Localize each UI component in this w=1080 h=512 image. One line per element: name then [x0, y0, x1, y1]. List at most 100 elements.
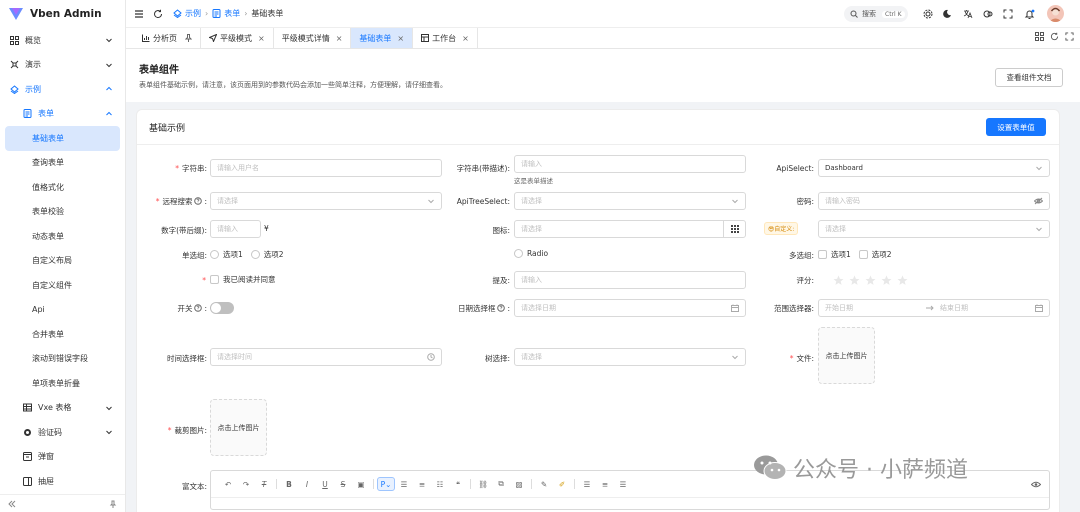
align-left-icon[interactable]: ☰ [578, 477, 596, 491]
sidebar-item[interactable]: 弹窗 [0, 445, 125, 470]
star-icon[interactable] [848, 274, 860, 286]
time-picker[interactable]: 请选择时间 [210, 348, 442, 366]
redo-icon[interactable]: ↷ [237, 477, 255, 491]
brush-icon[interactable]: ✎ [535, 477, 553, 491]
radio-option-2[interactable]: 选项2 [250, 249, 284, 260]
sidebar-item[interactable]: 单项表单折叠 [0, 371, 125, 396]
link-icon[interactable]: ⛓ [474, 477, 492, 491]
close-icon[interactable]: × [258, 34, 265, 43]
icon-picker[interactable]: 请选择 [514, 220, 746, 238]
sidebar-item[interactable]: 抽屉 [0, 469, 125, 494]
collapse-sidebar-icon[interactable] [8, 500, 16, 508]
sidebar-item[interactable]: 值格式化 [0, 175, 125, 200]
search-button[interactable]: 搜索 Ctrl K [844, 6, 908, 22]
bold-icon[interactable]: B [280, 477, 298, 491]
ordered-list-icon[interactable]: ≡ [413, 477, 431, 491]
pin-icon[interactable] [185, 34, 192, 42]
desc-string-input[interactable]: 请输入 [514, 155, 746, 173]
sidebar-item[interactable]: 概览 [0, 28, 125, 53]
underline-icon[interactable]: U [316, 477, 334, 491]
pin-icon[interactable] [109, 500, 117, 508]
embed-icon[interactable]: ⧉ [492, 477, 510, 491]
image-icon[interactable]: ▨ [510, 477, 528, 491]
sidebar-item[interactable]: 表单校验 [0, 200, 125, 225]
password-input[interactable]: 请输入密码 [818, 192, 1050, 210]
sidebar-item[interactable]: 基础表单 [5, 126, 120, 151]
username-input[interactable]: 请输入用户名 [210, 159, 442, 177]
sidebar-item[interactable]: 表单 [0, 102, 125, 127]
undo-icon[interactable]: ↶ [219, 477, 237, 491]
sidebar-item[interactable]: 自定义布局 [0, 249, 125, 274]
sidebar-item[interactable]: 演示 [0, 53, 125, 78]
italic-icon[interactable]: I [298, 477, 316, 491]
set-form-values-button[interactable]: 设置表单值 [986, 118, 1046, 136]
tab-item[interactable]: 分析页 [134, 28, 201, 48]
help-icon[interactable] [497, 304, 506, 312]
breadcrumb-item[interactable]: 表单 [212, 8, 240, 19]
star-icon[interactable] [880, 274, 892, 286]
tab-item[interactable]: 工作台 × [413, 28, 478, 48]
mention-input[interactable]: 请输入 [514, 271, 746, 289]
sidebar-item[interactable]: Api [0, 298, 125, 323]
quote-icon[interactable]: ❝ [449, 477, 467, 491]
remote-search-select[interactable]: 请选择 [210, 192, 442, 210]
radio-single-option[interactable]: Radio [514, 249, 548, 258]
code-block-icon[interactable]: ▣ [352, 477, 370, 491]
switch-toggle[interactable] [210, 302, 234, 314]
task-list-icon[interactable]: ☷ [431, 477, 449, 491]
close-icon[interactable]: × [462, 34, 469, 43]
sidebar-item[interactable]: 查询表单 [0, 151, 125, 176]
sidebar-item[interactable]: 示例 [0, 77, 125, 102]
sidebar-item[interactable]: 合并表单 [0, 322, 125, 347]
checkbox-option-2[interactable]: 选项2 [858, 249, 892, 260]
close-icon[interactable]: × [397, 34, 404, 43]
tab-refresh-icon[interactable] [1050, 32, 1059, 41]
settings-icon[interactable] [922, 8, 934, 20]
notification-bell-icon[interactable] [1023, 8, 1035, 20]
close-icon[interactable]: × [336, 34, 343, 43]
app-logo[interactable]: Vben Admin [0, 0, 125, 28]
fullscreen-icon[interactable] [1002, 8, 1014, 20]
help-icon[interactable] [194, 304, 203, 312]
icon-grid-icon[interactable] [723, 221, 745, 237]
sidebar-item[interactable]: 滚动到错误字段 [0, 347, 125, 372]
dark-mode-icon[interactable] [941, 8, 953, 20]
date-picker[interactable]: 请选择日期 [514, 299, 746, 317]
sidebar-item[interactable]: 验证码 [0, 420, 125, 445]
language-icon[interactable] [962, 8, 974, 20]
star-icon[interactable] [832, 274, 844, 286]
tab-item[interactable]: 基础表单 × [351, 28, 414, 48]
radio-option-1[interactable]: 选项1 [210, 249, 243, 260]
checkbox-option-1[interactable]: 选项1 [818, 249, 851, 260]
refresh-icon[interactable] [153, 9, 163, 19]
file-upload-button[interactable]: 点击上传图片 [818, 327, 875, 384]
breadcrumb-item[interactable]: 基础表单 [251, 8, 283, 19]
paragraph-format-icon[interactable]: P⌄ [377, 477, 395, 491]
range-picker[interactable]: 开始日期 结束日期 [818, 299, 1050, 317]
tab-item[interactable]: 平级模式详情 × [274, 28, 352, 48]
crop-image-upload-button[interactable]: 点击上传图片 [210, 399, 267, 456]
agree-checkbox[interactable]: 我已阅读并同意 [210, 274, 284, 285]
align-right-icon[interactable]: ☰ [614, 477, 632, 491]
view-docs-button[interactable]: 查看组件文档 [995, 68, 1063, 87]
sidebar-item[interactable]: Vxe 表格 [0, 396, 125, 421]
clear-format-icon[interactable]: T [255, 477, 273, 491]
menu-toggle-icon[interactable] [134, 9, 144, 19]
highlight-icon[interactable]: ✐ [553, 477, 571, 491]
api-select[interactable]: Dashboard [818, 159, 1050, 177]
breadcrumb-item[interactable]: 示例 [173, 8, 201, 19]
sidebar-item[interactable]: 自定义组件 [0, 273, 125, 298]
tab-maximize-icon[interactable] [1065, 32, 1074, 41]
star-icon[interactable] [896, 274, 908, 286]
tab-item[interactable]: 平级模式 × [201, 28, 274, 48]
custom-select[interactable]: 请选择 [818, 220, 1050, 238]
api-tree-select[interactable]: 请选择 [514, 192, 746, 210]
user-avatar[interactable] [1047, 5, 1064, 22]
layout-grid-icon[interactable] [1035, 32, 1044, 41]
align-center-icon[interactable]: ≡ [596, 477, 614, 491]
sidebar-item[interactable]: 动态表单 [0, 224, 125, 249]
bullet-list-icon[interactable]: ☰ [395, 477, 413, 491]
number-input[interactable]: 请输入 [210, 220, 261, 238]
star-icon[interactable] [864, 274, 876, 286]
eye-off-icon[interactable] [1034, 197, 1043, 205]
